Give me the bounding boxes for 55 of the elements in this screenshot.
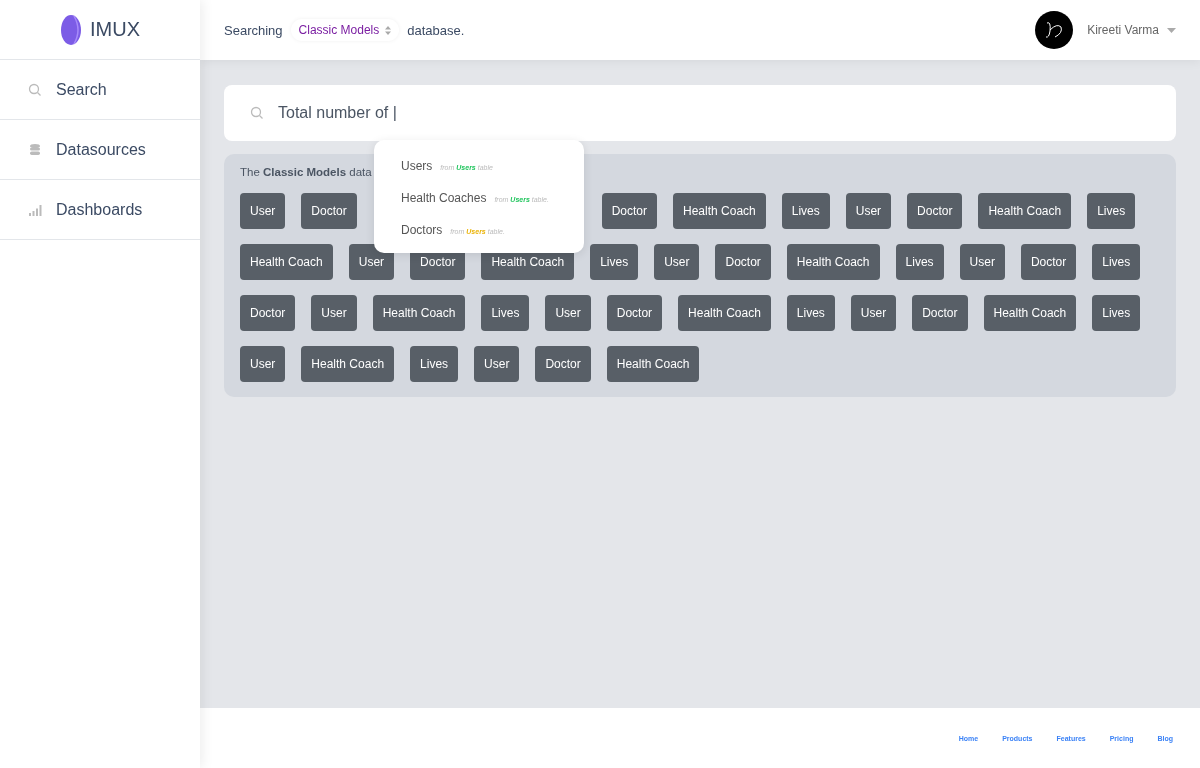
entity-chip[interactable]: User [545,295,591,331]
entity-chip[interactable]: User [850,295,897,331]
search-field[interactable]: Total number of | [224,85,1176,141]
sidebar-item[interactable]: Search [0,60,200,120]
entity-chip[interactable]: Health Coach [606,346,700,382]
sidebar-item[interactable]: Dashboards [0,180,200,240]
entity-chip[interactable]: Doctor [301,193,357,229]
entity-chip[interactable]: Doctor [240,295,296,331]
entity-chip[interactable]: Lives [786,295,835,331]
entity-chip[interactable]: Lives [590,244,639,280]
entity-chip[interactable]: Lives [481,295,530,331]
entity-chip[interactable]: Health Coach [240,244,333,280]
entity-chip[interactable]: Health Coach [372,295,466,331]
sort-caret-icon [385,25,392,35]
entity-chip[interactable]: User [311,295,357,331]
database-select[interactable]: Classic Models [290,19,400,41]
entity-chip[interactable]: Health Coach [678,295,771,331]
database-icon [28,142,42,157]
entity-chip[interactable]: Doctor [912,295,968,331]
entity-chip[interactable]: Lives [410,346,459,382]
entity-chip[interactable]: Health Coach [301,346,395,382]
sidebar-item[interactable]: Datasources [0,120,200,180]
entity-chip[interactable]: User [348,244,395,280]
entity-chip[interactable]: User [959,244,1005,280]
entity-chip[interactable]: Health Coach [673,193,766,229]
entity-chip[interactable]: Doctor [907,193,963,229]
entity-chip[interactable]: User [654,244,700,280]
brand-name: IMUX [90,18,140,41]
entity-chip[interactable]: User [845,193,892,229]
search-icon [250,106,264,120]
entity-chip[interactable]: Health Coach [978,193,1072,229]
entity-chip[interactable]: Lives [1092,244,1141,280]
database-label: database. [407,22,465,38]
entity-chip[interactable]: User [474,346,520,382]
entity-chip[interactable]: Doctor [601,193,658,229]
entity-chip[interactable]: Lives [1087,193,1136,229]
entity-chip[interactable]: User [240,346,286,382]
panel-intro: The Classic Models data [240,166,372,178]
entity-chip[interactable]: Health Coach [983,295,1077,331]
entity-chip[interactable]: Doctor [1020,244,1077,280]
caret-down-icon [1167,27,1176,33]
entity-chip[interactable]: Doctor [606,295,663,331]
entity-chip[interactable]: Doctor [535,346,591,382]
search-icon [28,82,42,97]
entity-chip[interactable]: Doctor [715,244,771,280]
user-menu[interactable]: Kireeti Varma [1087,23,1176,37]
logo-icon [60,13,82,46]
avatar-icon[interactable] [1035,11,1074,49]
searching-label: Searching [224,22,283,38]
signal-bars-icon [28,202,42,217]
entity-chip[interactable]: Lives [895,244,944,280]
entity-chip[interactable]: User [240,193,286,229]
entity-chip[interactable]: Lives [1092,295,1141,331]
entity-chip[interactable]: Health Coach [786,244,880,280]
entity-chip[interactable]: Lives [781,193,830,229]
